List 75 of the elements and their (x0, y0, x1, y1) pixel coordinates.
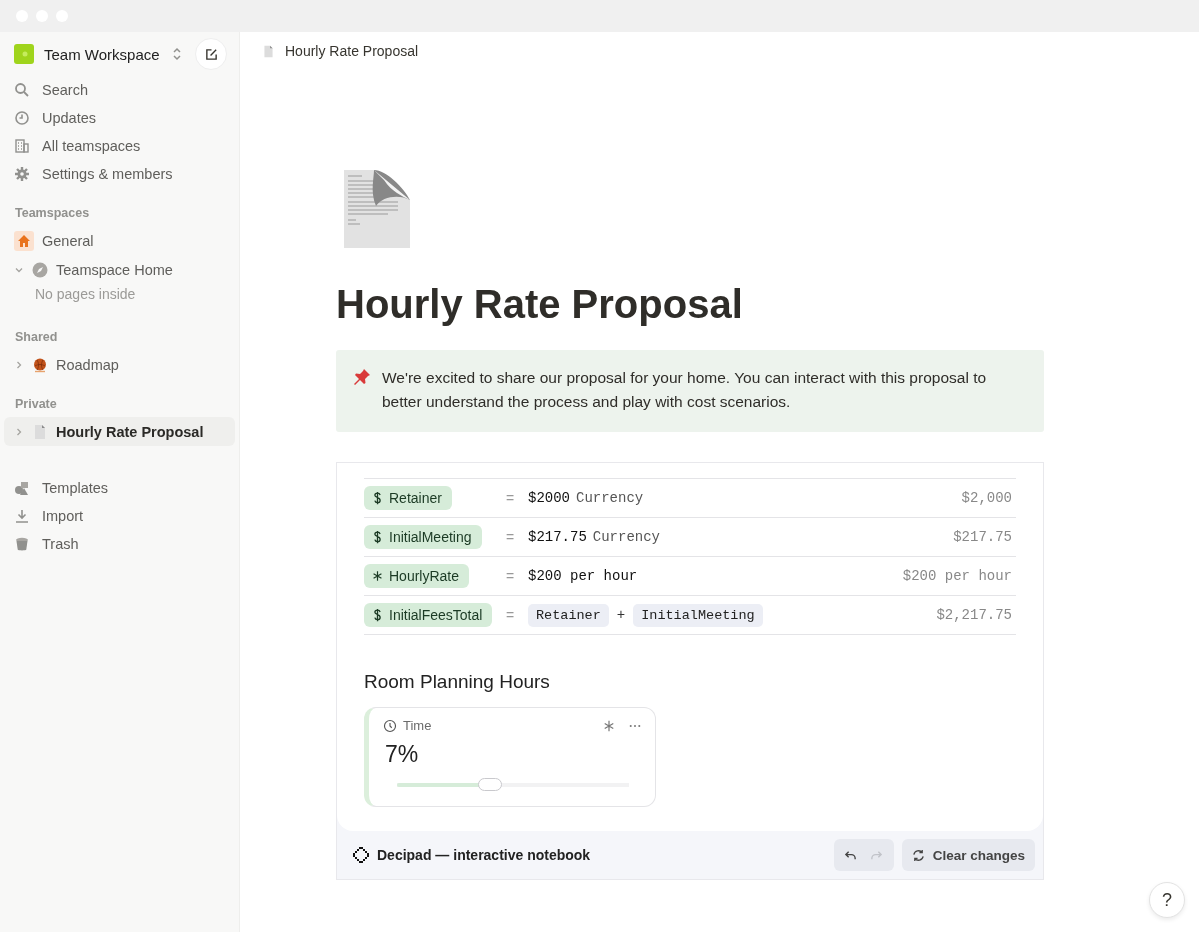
more-icon[interactable] (629, 723, 641, 728)
decipad-logo-icon (353, 847, 369, 863)
document-icon (32, 423, 48, 440)
breadcrumb[interactable]: Hourly Rate Proposal (285, 43, 419, 59)
variable-reference[interactable]: InitialMeeting (633, 603, 763, 627)
result-value: $200 per hour (902, 568, 1012, 584)
page-item[interactable]: Roadmap (4, 350, 235, 379)
section-heading: Shared (14, 330, 59, 344)
refresh-icon (911, 848, 925, 862)
clock-icon (383, 718, 397, 733)
document-icon (262, 43, 275, 59)
section-heading: Teamspaces (14, 206, 91, 220)
page-item[interactable]: Hourly Rate Proposal (4, 417, 235, 446)
page-title: Hourly Rate Proposal (336, 282, 744, 326)
slider-value: 7% (385, 741, 420, 768)
page-item[interactable]: Teamspace Home (4, 255, 235, 284)
sidebar-item[interactable]: Search (4, 76, 235, 104)
search-icon (14, 82, 30, 98)
variable-tag[interactable]: Retainer (364, 486, 452, 510)
unit-label: Currency (576, 490, 644, 506)
formula-value[interactable]: $2000 (528, 490, 570, 506)
sidebar-item[interactable]: Trash (4, 530, 235, 558)
dollar-icon (372, 530, 383, 544)
sidebar-item[interactable]: Settings & members (4, 160, 235, 188)
building-icon (14, 138, 30, 154)
sidebar-item[interactable]: Templates (4, 474, 235, 502)
sidebar-item[interactable]: Import (4, 502, 235, 530)
brand-label: Decipad — interactive notebook (377, 847, 592, 863)
compass-icon (32, 261, 48, 278)
equals-sign: = (506, 529, 516, 545)
callout-text: We're excited to share our proposal for your home. You can interact with this proposal to better understand the process and play with cost scenarios. (382, 368, 988, 412)
equals-sign: = (506, 490, 516, 506)
result-value: $217.75 (953, 529, 1012, 545)
variable-tag[interactable]: HourlyRate (364, 564, 470, 588)
new-page-button[interactable] (195, 38, 227, 70)
pushpin-icon (352, 367, 372, 387)
clear-changes-button[interactable]: Clear changes (901, 839, 1035, 871)
variable-tag[interactable]: InitialFeesTotal (364, 603, 493, 627)
result-value: $2,000 (961, 490, 1012, 506)
help-button[interactable]: ? (1149, 882, 1185, 918)
section-heading: Room Planning Hours (364, 671, 551, 693)
asterisk-icon (372, 569, 383, 583)
trash-icon (14, 536, 30, 552)
formula-value[interactable]: $200 per hour (528, 568, 638, 584)
document-icon (344, 170, 410, 248)
shapes-icon (14, 480, 30, 496)
chevron-right-icon[interactable] (14, 359, 24, 370)
page-item[interactable]: General (4, 226, 235, 255)
unit-label: Currency (592, 529, 661, 545)
variable-tag[interactable]: InitialMeeting (364, 525, 482, 549)
download-icon (14, 508, 30, 524)
equals-sign: = (506, 568, 516, 584)
clock-icon (14, 110, 30, 126)
workspace-logo-icon (14, 44, 34, 64)
dollar-icon (372, 608, 383, 622)
chevron-up-down-icon (171, 47, 182, 61)
variable-reference[interactable]: Retainer (528, 603, 609, 627)
sidebar-item[interactable]: Updates (4, 104, 235, 132)
slider-thumb[interactable] (477, 778, 502, 791)
house-icon (14, 230, 34, 251)
slider-label: Time (403, 718, 433, 733)
empty-note: No pages inside (34, 285, 137, 304)
chevron-right-icon[interactable] (14, 426, 24, 437)
gear-icon (14, 166, 30, 182)
sidebar-item[interactable]: All teamspaces (4, 132, 235, 160)
workspace-switcher[interactable]: Team Workspace (14, 44, 182, 64)
ball-icon (32, 356, 48, 373)
result-value: $2,217.75 (936, 607, 1012, 623)
section-heading: Private (14, 397, 58, 411)
formula-value[interactable]: $217.75 (528, 529, 587, 545)
equals-sign: = (506, 607, 516, 623)
compose-icon (204, 47, 218, 61)
operator: + (615, 607, 627, 623)
dollar-icon (372, 491, 383, 505)
asterisk-icon[interactable] (603, 719, 615, 732)
